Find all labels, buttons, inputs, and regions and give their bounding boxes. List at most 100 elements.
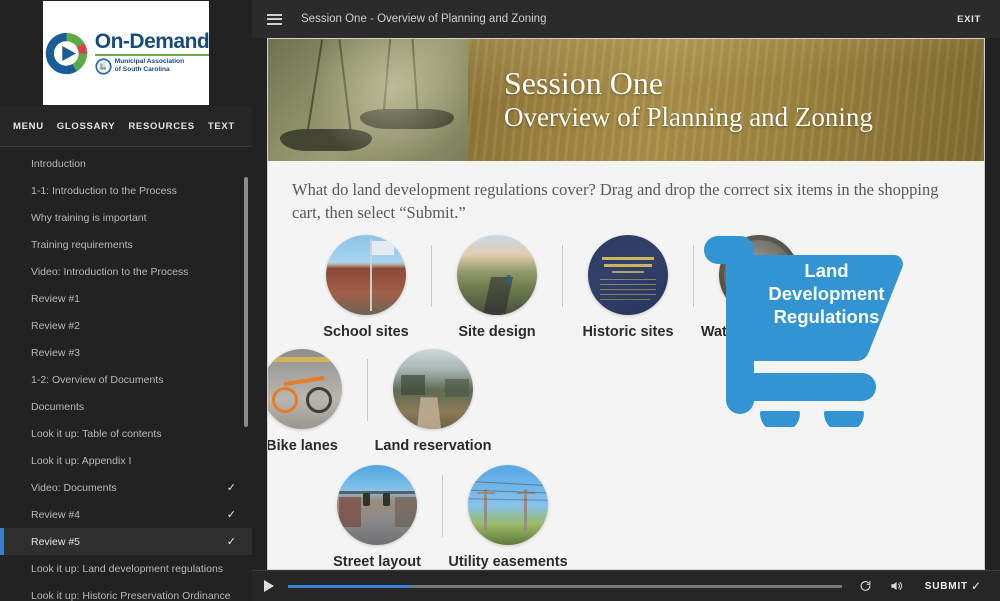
submit-button[interactable]: SUBMIT ✓	[925, 580, 981, 592]
sidebar-scrollbar[interactable]	[244, 177, 248, 427]
completed-check-icon: ✓	[226, 481, 236, 494]
sidebar-item-label: 1-1: Introduction to the Process	[31, 184, 177, 197]
banner-title-line2: Overview of Planning and Zoning	[504, 102, 873, 133]
exit-button[interactable]: EXIT	[957, 14, 981, 25]
sidebar-item-review-3[interactable]: Review #3	[0, 339, 252, 366]
sidebar-item-label: Look it up: Land development regulations	[31, 562, 224, 575]
sidebar: On-Demand Municipal Association of South…	[0, 0, 252, 601]
logo-subtitle-line2: of South Carolina	[114, 66, 170, 74]
sidebar-item-review-1[interactable]: Review #1	[0, 285, 252, 312]
check-icon: ✓	[970, 579, 981, 593]
sidebar-item-review-4[interactable]: Review #4 ✓	[0, 501, 252, 528]
sidebar-item-video-documents[interactable]: Video: Documents ✓	[0, 474, 252, 501]
sidebar-item-1-1-introduction-to-the-process[interactable]: 1-1: Introduction to the Process	[0, 177, 252, 204]
page-title: Session One - Overview of Planning and Z…	[301, 13, 547, 25]
sidebar-item-label: Review #3	[31, 346, 81, 359]
power-lines-photo	[468, 464, 548, 545]
sidebar-item-label: Training requirements	[31, 238, 133, 251]
sidebar-item-1-2-overview-of-documents[interactable]: 1-2: Overview of Documents	[0, 366, 252, 393]
downtown-street-photo	[337, 464, 417, 545]
drag-item-school-sites[interactable]: School sites	[301, 234, 431, 340]
drag-item-label: Street layout	[333, 553, 421, 570]
submit-label: SUBMIT	[924, 580, 968, 592]
item-row: Bike lanes Land reservation	[267, 348, 498, 454]
tab-glossary[interactable]: GLOSSARY	[57, 119, 116, 134]
drag-item-label: Historic sites	[582, 323, 674, 340]
player-controls: SUBMIT ✓	[252, 570, 1000, 601]
sidebar-tabs: MENU GLOSSARY RESOURCES TEXT	[0, 106, 252, 152]
stage-wrapper: Session One Overview of Planning and Zon…	[252, 38, 1000, 570]
sidebar-item-label: Look it up: Table of contents	[31, 427, 162, 440]
table-of-contents[interactable]: Introduction 1-1: Introduction to the Pro…	[0, 147, 252, 601]
sidebar-item-documents[interactable]: Documents	[0, 393, 252, 420]
tab-resources[interactable]: RESOURCES	[128, 119, 194, 134]
shopping-cart-icon[interactable]: Land Development Regulations	[704, 231, 912, 427]
top-bar: Session One - Overview of Planning and Z…	[252, 0, 1000, 38]
banner-title-line1: Session One	[504, 64, 664, 101]
replay-icon[interactable]	[859, 580, 872, 593]
drag-item-label: Site design	[458, 323, 536, 340]
volume-icon[interactable]	[889, 579, 903, 593]
sidebar-item-label: Look it up: Appendix I	[31, 454, 132, 467]
sidebar-item-introduction[interactable]: Introduction	[0, 150, 252, 177]
play-circle-logo-icon	[43, 30, 90, 77]
sidebar-item-look-it-up-land-development-regulations[interactable]: Look it up: Land development regulations	[0, 555, 252, 582]
drag-item-label: Land reservation	[374, 437, 492, 454]
sidebar-item-look-it-up-historic-preservation-ordinance[interactable]: Look it up: Historic Preservation Ordina…	[0, 582, 252, 601]
instruction-text: What do land development regulations cov…	[292, 180, 939, 222]
sidebar-item-review-2[interactable]: Review #2	[0, 312, 252, 339]
banner-title-block: Session One Overview of Planning and Zon…	[468, 39, 984, 161]
logo-subtitle-line1: Municipal Association	[114, 58, 185, 66]
drag-item-historic-sites[interactable]: Historic sites	[563, 234, 693, 340]
sidebar-item-label: Look it up: Historic Preservation Ordina…	[31, 589, 231, 601]
sidebar-item-label: Review #2	[31, 319, 81, 332]
masc-seal-icon	[95, 58, 112, 75]
course-player: On-Demand Municipal Association of South…	[0, 0, 1000, 601]
logo-title: On-Demand	[94, 30, 210, 54]
item-row: Street layout Utility easements	[312, 464, 573, 570]
sidebar-item-training-requirements[interactable]: Training requirements	[0, 231, 252, 258]
sidebar-item-video-introduction-to-the-process[interactable]: Video: Introduction to the Process	[0, 258, 252, 285]
drag-item-label: Bike lanes	[267, 437, 338, 454]
sidebar-item-why-training-is-important[interactable]: Why training is important	[0, 204, 252, 231]
sidebar-item-look-it-up-table-of-contents[interactable]: Look it up: Table of contents	[0, 420, 252, 447]
drag-item-utility-easements[interactable]: Utility easements	[443, 464, 573, 570]
sidebar-item-label: Video: Introduction to the Process	[31, 265, 189, 278]
progress-fill	[288, 584, 410, 588]
drag-item-bike-lanes[interactable]: Bike lanes	[267, 348, 367, 454]
historic-marker-photo	[588, 234, 668, 315]
sidebar-item-label: 1-2: Overview of Documents	[31, 373, 164, 386]
main-area: Session One - Overview of Planning and Z…	[252, 0, 1000, 601]
logo-divider	[94, 54, 210, 56]
scales-of-justice-image	[268, 39, 468, 161]
boardwalk-mountains-photo	[393, 348, 473, 429]
tab-menu[interactable]: MENU	[13, 119, 44, 134]
logo-panel: On-Demand Municipal Association of South…	[0, 0, 252, 106]
sidebar-item-label: Why training is important	[31, 211, 147, 224]
drag-item-site-design[interactable]: Site design	[432, 234, 562, 340]
hamburger-menu-icon[interactable]	[267, 13, 282, 25]
brand-logo: On-Demand Municipal Association of South…	[43, 1, 210, 105]
drag-item-label: School sites	[323, 323, 409, 340]
slide-stage: Session One Overview of Planning and Zon…	[267, 38, 985, 570]
drag-drop-area: School sites Site design Historic sites Wat…	[267, 225, 984, 569]
drag-item-label: Utility easements	[448, 553, 568, 570]
rural-road-photo	[457, 234, 537, 315]
drag-item-land-reservation[interactable]: Land reservation	[368, 348, 498, 454]
completed-check-icon: ✓	[226, 535, 236, 548]
sidebar-item-look-it-up-appendix-i[interactable]: Look it up: Appendix I	[0, 447, 252, 474]
drag-item-street-layout[interactable]: Street layout	[312, 464, 442, 570]
sidebar-item-label: Documents	[31, 400, 85, 413]
sidebar-item-label: Video: Documents	[31, 481, 117, 494]
sidebar-item-review-5[interactable]: Review #5 ✓	[0, 528, 252, 555]
sidebar-item-label: Review #1	[31, 292, 81, 305]
completed-check-icon: ✓	[226, 508, 236, 521]
sidebar-item-label: Introduction	[31, 157, 86, 170]
slide-banner: Session One Overview of Planning and Zon…	[268, 39, 984, 161]
sidebar-item-label: Review #4	[31, 508, 81, 521]
play-icon[interactable]	[264, 580, 274, 592]
tab-text[interactable]: TEXT	[208, 119, 235, 134]
progress-bar[interactable]	[288, 584, 842, 588]
sidebar-item-label: Review #5	[31, 535, 81, 548]
orange-bicycle-photo	[268, 348, 342, 429]
